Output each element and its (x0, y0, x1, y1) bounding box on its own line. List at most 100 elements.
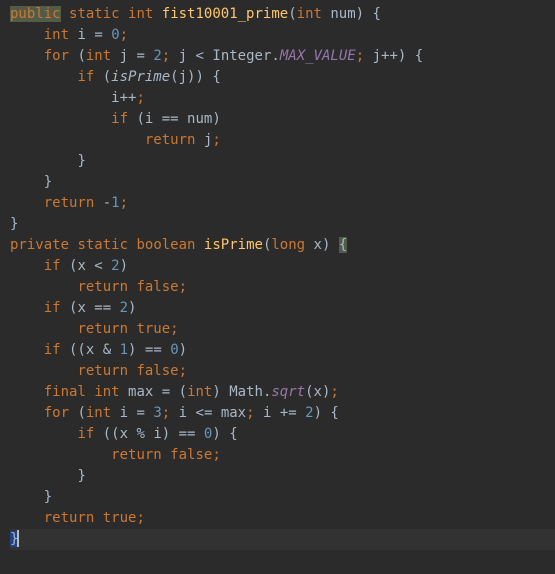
code-token: final (44, 384, 86, 400)
code-token: for (44, 405, 69, 421)
code-token: fist10001_prime (162, 6, 288, 22)
code-line[interactable]: } (10, 529, 555, 550)
code-token: for (44, 48, 69, 64)
code-line[interactable]: i++; (10, 88, 555, 109)
code-token: int (187, 384, 212, 400)
code-token: & (94, 342, 119, 358)
code-token: ) (212, 384, 229, 400)
code-token: 0 (111, 27, 119, 43)
code-token: ) (322, 237, 339, 253)
code-token: ; (179, 363, 187, 379)
code-line[interactable]: final int max = (int) Math.sqrt(x); (10, 382, 555, 403)
code-token: == (153, 111, 187, 127)
code-token: x (77, 258, 85, 274)
code-token: static (77, 237, 128, 253)
code-line[interactable]: if (i == num) (10, 109, 555, 130)
code-line[interactable]: return true; (10, 508, 555, 529)
code-token: if (77, 426, 94, 442)
code-token: ( (94, 69, 111, 85)
code-token: ; (162, 405, 170, 421)
indent (10, 132, 145, 148)
code-token: ( (69, 48, 86, 64)
code-line[interactable]: public static int fist10001_prime(int nu… (10, 4, 555, 25)
indent (10, 195, 44, 211)
indent (10, 489, 44, 505)
code-token: x (120, 426, 128, 442)
code-token: public (10, 6, 61, 22)
code-token: int (297, 6, 322, 22)
code-token (195, 132, 203, 148)
code-token: MAX_VALUE (280, 48, 356, 64)
code-line[interactable]: return false; (10, 277, 555, 298)
code-line[interactable]: if (isPrime(j)) { (10, 67, 555, 88)
code-token: ; (120, 195, 128, 211)
code-token: x (314, 237, 322, 253)
indent (10, 111, 111, 127)
text-caret (17, 530, 19, 547)
code-line[interactable]: } (10, 151, 555, 172)
code-token: ) { (314, 405, 339, 421)
code-token: . (271, 48, 279, 64)
code-line[interactable]: if (x == 2) (10, 298, 555, 319)
code-token (170, 48, 178, 64)
code-token: i (77, 27, 85, 43)
code-token: ++) { (381, 48, 423, 64)
code-line[interactable]: return true; (10, 319, 555, 340)
code-token: max (221, 405, 246, 421)
indent (10, 447, 111, 463)
code-line[interactable]: } (10, 214, 555, 235)
code-token: ( (128, 111, 145, 127)
code-token (305, 237, 313, 253)
code-line[interactable]: return false; (10, 361, 555, 382)
code-token: i (111, 90, 119, 106)
code-token: i (153, 426, 161, 442)
code-line[interactable]: if ((x & 1) == 0) (10, 340, 555, 361)
code-line[interactable]: } (10, 487, 555, 508)
code-token: = (128, 405, 153, 421)
code-line[interactable]: int i = 0; (10, 25, 555, 46)
indent (10, 90, 111, 106)
code-line[interactable]: for (int i = 3; i <= max; i += 2) { (10, 403, 555, 424)
code-token (153, 6, 161, 22)
indent (10, 342, 44, 358)
code-token: ++ (120, 90, 137, 106)
code-token: ; (136, 510, 144, 526)
indent (10, 468, 77, 484)
code-token: 3 (153, 405, 161, 421)
code-line[interactable]: return false; (10, 445, 555, 466)
code-token: if (77, 69, 94, 85)
code-token: i (179, 405, 187, 421)
code-token: 2 (153, 48, 161, 64)
indent (10, 384, 44, 400)
code-token: Math (229, 384, 263, 400)
code-token: sqrt (271, 384, 305, 400)
code-line[interactable]: } (10, 466, 555, 487)
code-token: i (120, 405, 128, 421)
code-line[interactable]: private static boolean isPrime(long x) { (10, 235, 555, 256)
code-token: return false (77, 279, 178, 295)
code-token: == (86, 300, 120, 316)
indent (10, 363, 77, 379)
code-token (364, 48, 372, 64)
code-line[interactable]: return -1; (10, 193, 555, 214)
code-line[interactable]: if ((x % i) == 0) { (10, 424, 555, 445)
code-token (111, 48, 119, 64)
code-token: ) { (356, 6, 381, 22)
code-editor[interactable]: public static int fist10001_prime(int nu… (0, 0, 555, 554)
code-line[interactable]: return j; (10, 130, 555, 151)
code-token: - (94, 195, 111, 211)
indent (10, 426, 77, 442)
code-line[interactable]: if (x < 2) (10, 256, 555, 277)
code-token: } (10, 216, 18, 232)
code-line[interactable]: for (int j = 2; j < Integer.MAX_VALUE; j… (10, 46, 555, 67)
code-token: ( (61, 258, 78, 274)
code-line[interactable]: } (10, 172, 555, 193)
code-token: 1 (111, 195, 119, 211)
code-token: if (111, 111, 128, 127)
code-token: = ( (153, 384, 187, 400)
indent (10, 300, 44, 316)
code-token: j (373, 48, 381, 64)
code-token: x (77, 300, 85, 316)
code-token (61, 6, 69, 22)
code-token: return false (111, 447, 212, 463)
